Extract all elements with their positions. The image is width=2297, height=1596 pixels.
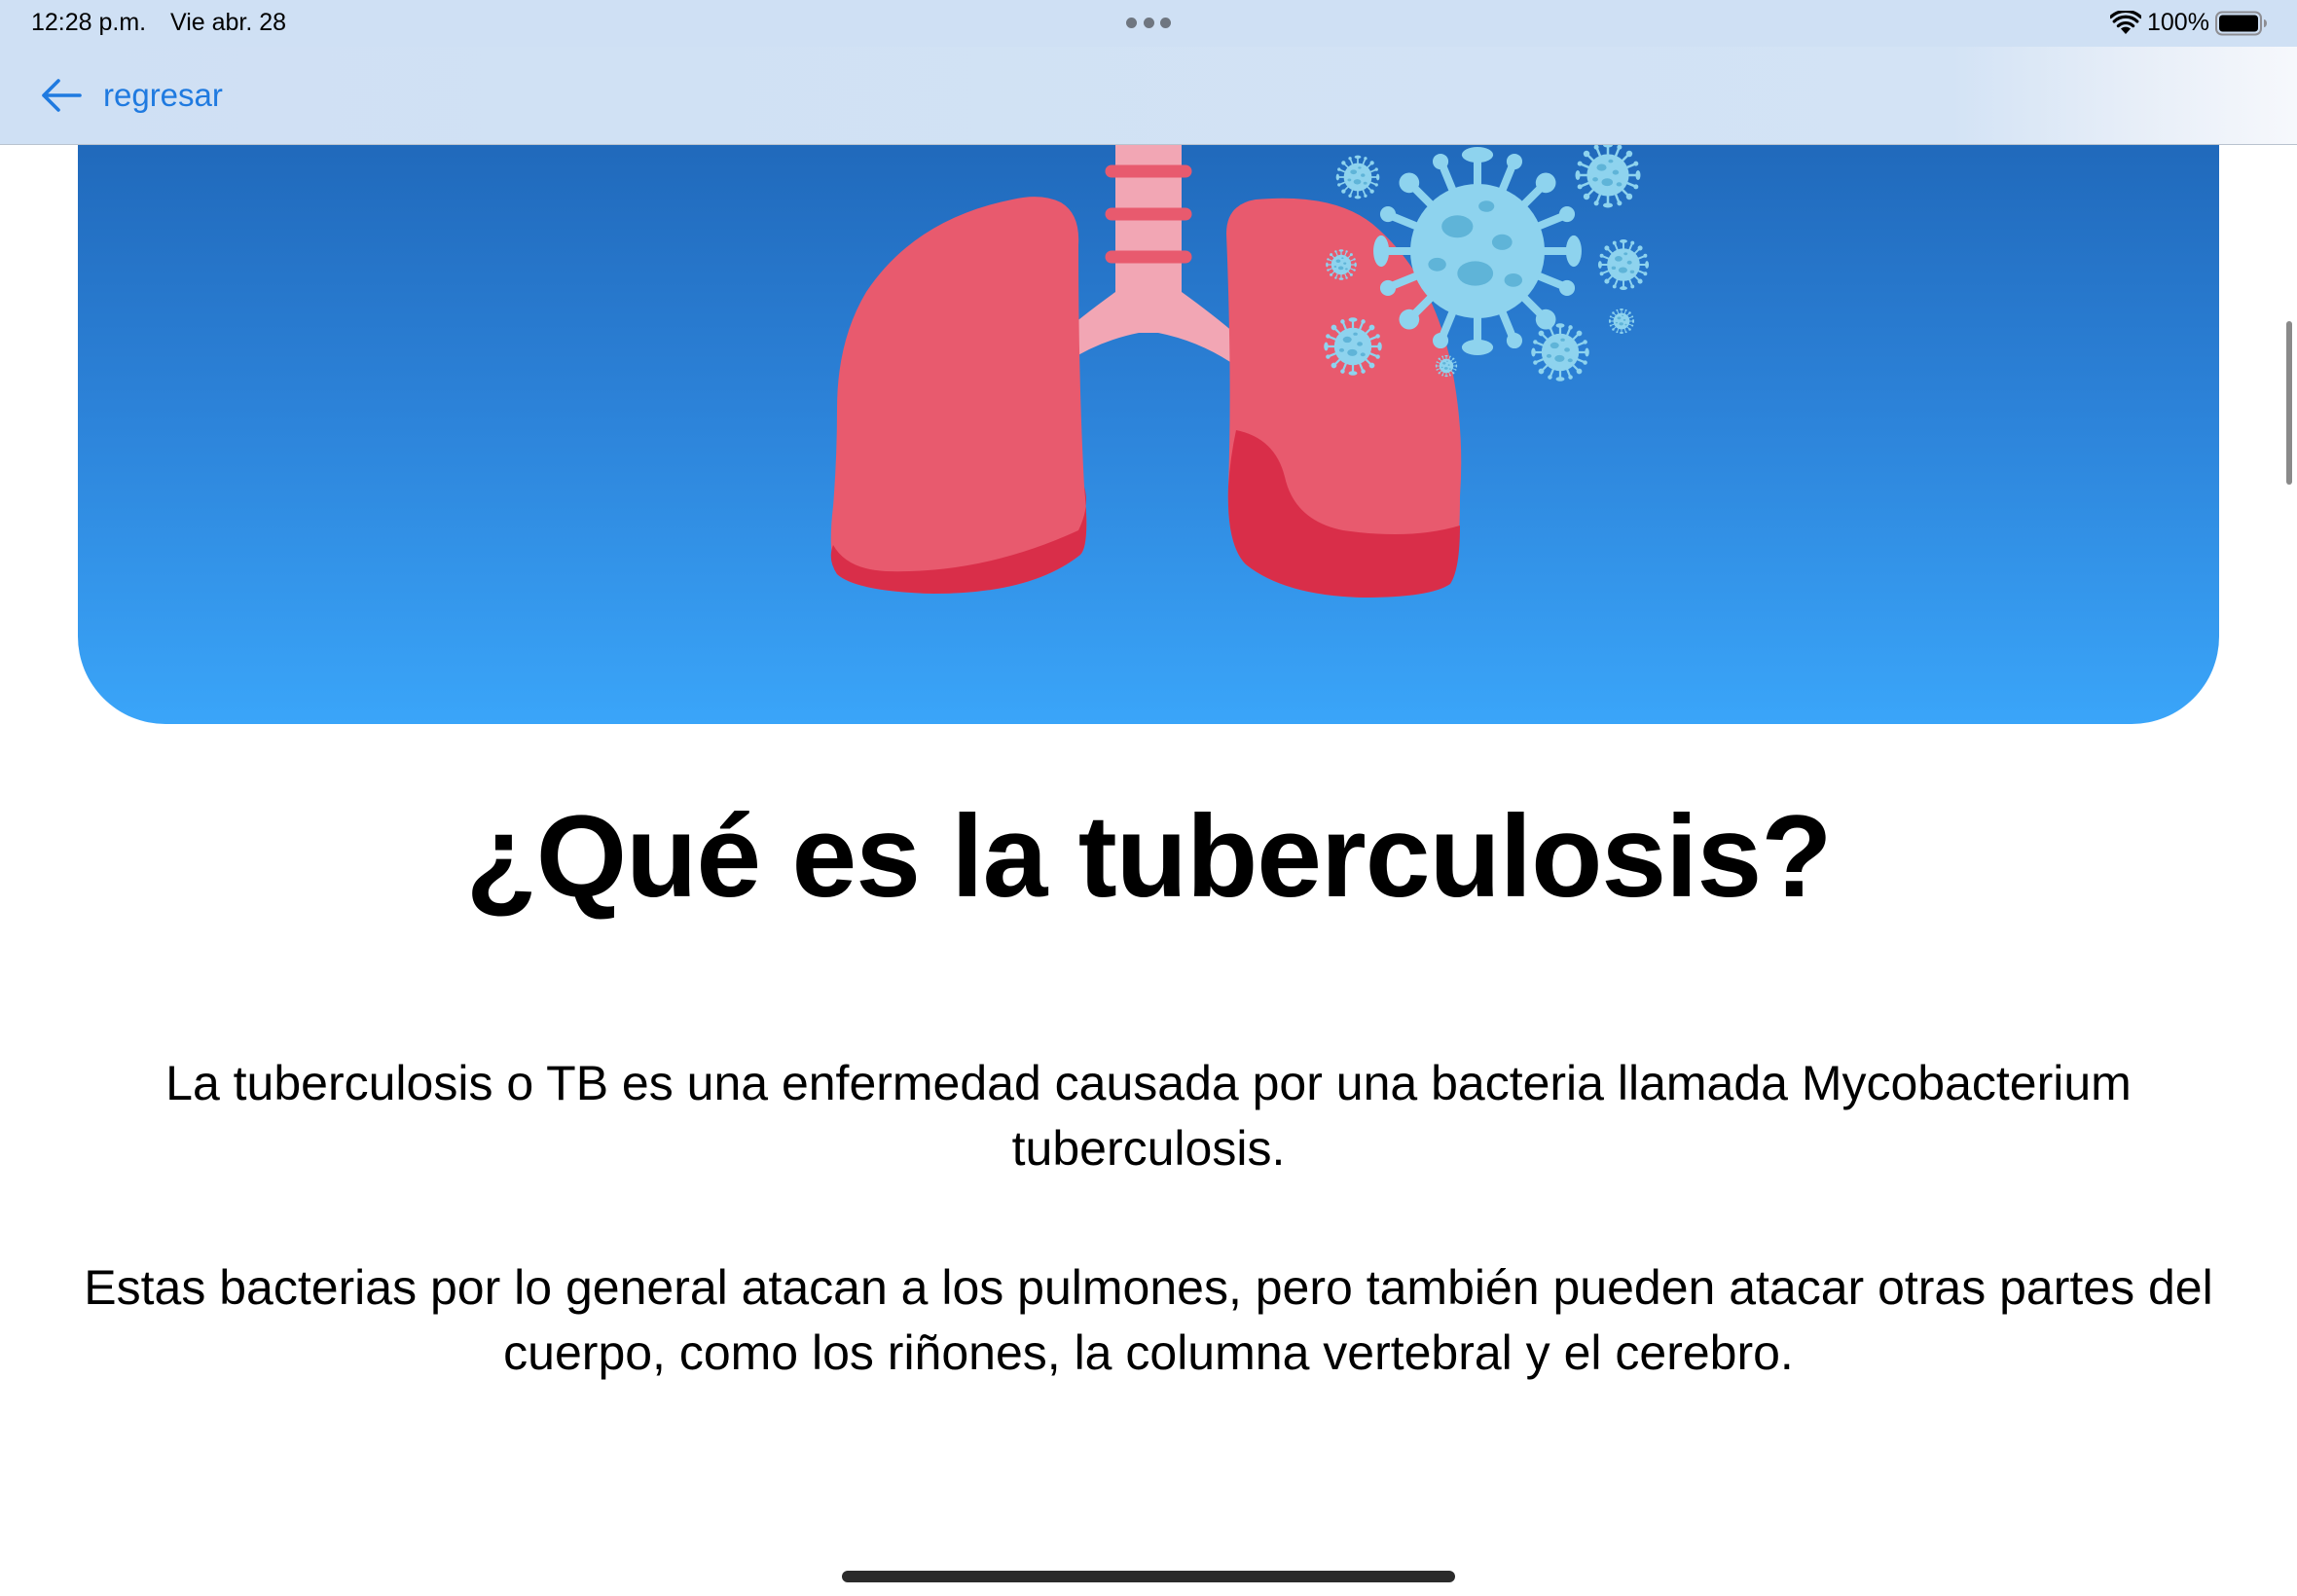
status-bar: 12:28 p.m. Vie abr. 28 100% (0, 0, 2297, 47)
paragraph-affected-organs: Estas bacterias por lo general atacan a … (84, 1260, 2213, 1380)
lungs-illustration (830, 98, 1651, 598)
back-button-label: regresar (103, 77, 223, 113)
battery-percentage: 100% (2147, 9, 2209, 36)
back-button[interactable]: regresar (39, 70, 223, 121)
status-time: 12:28 p.m. (31, 9, 147, 36)
scroll-indicator[interactable] (2286, 321, 2292, 485)
navigation-bar: regresar (0, 47, 2297, 145)
hero-banner (78, 88, 2219, 724)
battery-icon (2215, 11, 2267, 36)
multitask-dots-icon[interactable] (1126, 18, 1171, 29)
back-arrow-icon (42, 79, 82, 112)
paragraph-definition: La tuberculosis o TB es una enfermedad c… (165, 1056, 2132, 1176)
page-title: ¿Qué es la tuberculosis? (465, 791, 1832, 922)
home-indicator[interactable] (842, 1571, 1455, 1582)
status-date: Vie abr. 28 (170, 9, 287, 36)
wifi-icon (2110, 11, 2141, 34)
